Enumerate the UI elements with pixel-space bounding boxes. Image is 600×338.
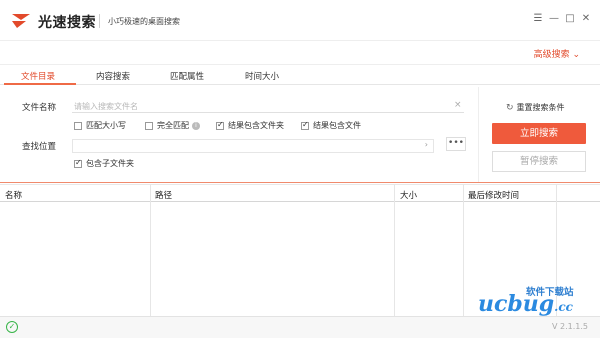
exact-match-checkbox[interactable]: 完全匹配 i xyxy=(145,120,200,131)
column-header-name[interactable]: 名称 xyxy=(5,189,22,201)
menu-icon[interactable]: ☰ xyxy=(532,12,544,26)
status-ok-icon: ✓ xyxy=(6,321,18,333)
column-header-modified[interactable]: 最后修改时间 xyxy=(468,189,519,201)
watermark-logo: ucbug.cc xyxy=(478,291,573,317)
column-header-path[interactable]: 路径 xyxy=(155,189,172,201)
filename-placeholder: 请输入搜索文件名 xyxy=(74,102,138,111)
pause-search-button[interactable]: 暂停搜索 xyxy=(492,151,586,172)
include-folders-label: 结果包含文件夹 xyxy=(228,121,284,130)
reset-label: 重置搜索条件 xyxy=(516,103,565,112)
include-files-label: 结果包含文件 xyxy=(313,121,361,130)
tab-bar: 文件目录 内容搜索 匹配属性 时间大小 xyxy=(0,64,600,85)
tab-match-attributes[interactable]: 匹配属性 xyxy=(170,70,204,82)
start-search-button[interactable]: 立即搜索 xyxy=(492,123,586,144)
match-case-label: 匹配大小写 xyxy=(86,121,126,130)
watermark-logo-text: ucbug xyxy=(478,291,555,317)
active-tab-indicator xyxy=(4,83,76,85)
checkbox-checked-icon xyxy=(216,120,224,130)
browse-button[interactable]: ••• xyxy=(446,137,466,151)
checkbox-checked-icon xyxy=(74,158,82,168)
refresh-icon: ↻ xyxy=(506,102,514,113)
tab-time-size[interactable]: 时间大小 xyxy=(245,70,279,82)
app-logo-icon xyxy=(12,14,30,28)
chevron-right-icon[interactable]: › xyxy=(425,140,428,149)
location-input[interactable]: › xyxy=(72,139,434,153)
app-subtitle: 小巧极速的桌面搜索 xyxy=(108,17,180,26)
title-bar: 光速搜索 小巧极速的桌面搜索 ☰ — □ ✕ xyxy=(0,0,600,40)
exact-match-label: 完全匹配 xyxy=(157,121,189,130)
results-table-header: 名称 路径 大小 最后修改时间 xyxy=(0,184,600,202)
info-icon[interactable]: i xyxy=(192,121,200,130)
watermark-suffix: .cc xyxy=(554,300,573,314)
clear-icon[interactable]: × xyxy=(454,100,462,110)
tab-content-search[interactable]: 内容搜索 xyxy=(96,70,130,82)
advanced-search-button[interactable]: 高级搜索 ⌄ xyxy=(534,47,580,60)
site-watermark: 软件下载站 ucbug.cc xyxy=(478,282,594,322)
checkbox-checked-icon xyxy=(301,120,309,130)
include-files-checkbox[interactable]: 结果包含文件 xyxy=(301,120,361,131)
column-divider[interactable] xyxy=(463,184,464,316)
close-button[interactable]: ✕ xyxy=(580,12,592,26)
column-header-size[interactable]: 大小 xyxy=(400,189,417,201)
title-separator xyxy=(99,14,100,28)
include-folders-checkbox[interactable]: 结果包含文件夹 xyxy=(216,120,284,131)
filename-input[interactable] xyxy=(72,112,464,113)
app-title: 光速搜索 xyxy=(38,15,96,31)
panel-divider xyxy=(478,87,479,182)
maximize-button[interactable]: □ xyxy=(564,12,576,26)
checkbox-icon xyxy=(145,121,153,130)
include-subfolders-label: 包含子文件夹 xyxy=(86,159,134,168)
include-subfolders-checkbox[interactable]: 包含子文件夹 xyxy=(74,158,134,169)
column-divider[interactable] xyxy=(394,184,395,316)
reset-button[interactable]: ↻ 重置搜索条件 xyxy=(506,102,565,113)
advanced-search-row: 高级搜索 ⌄ xyxy=(0,40,600,64)
location-label: 查找位置 xyxy=(22,142,57,152)
version-label: V 2.1.1.5 xyxy=(551,322,588,331)
minimize-button[interactable]: — xyxy=(548,12,560,26)
tab-file-directory[interactable]: 文件目录 xyxy=(21,70,55,82)
match-case-checkbox[interactable]: 匹配大小写 xyxy=(74,120,126,131)
column-divider[interactable] xyxy=(150,184,151,316)
filename-label: 文件名称 xyxy=(22,103,57,113)
checkbox-icon xyxy=(74,121,82,130)
